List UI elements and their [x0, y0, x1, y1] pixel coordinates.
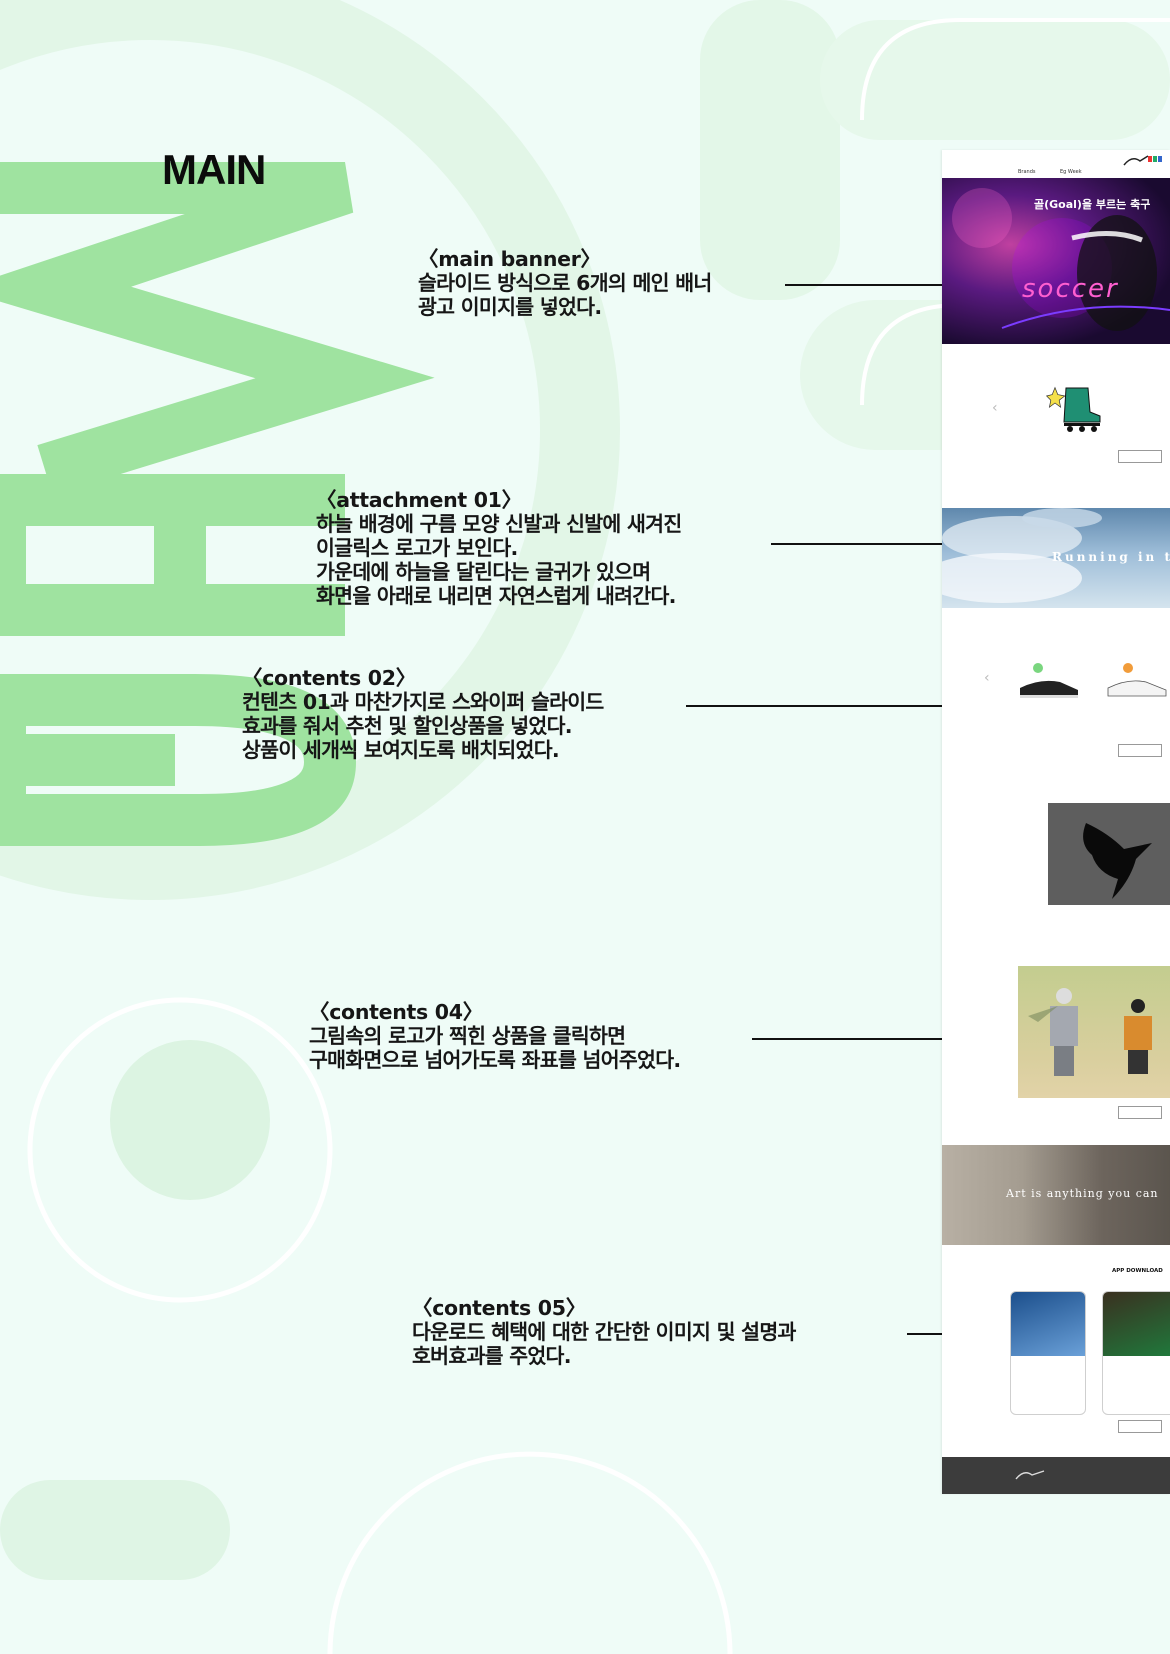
main-banner[interactable]: 골(Goal)을 부르는 축구 soccer	[942, 178, 1170, 344]
page-heading: MAIN	[162, 146, 266, 193]
annotation-title: 〈contents 04〉	[309, 1000, 483, 1024]
slide-prev-arrow-icon[interactable]: ‹	[984, 670, 990, 686]
annotation-contents-05: 〈contents 05〉 다운로드 혜택에 대한 간단한 이미지 및 설명과 …	[412, 1296, 796, 1368]
leader-line	[752, 1038, 943, 1040]
app-phone-image	[1011, 1292, 1085, 1356]
footer-logo-icon	[1015, 1470, 1045, 1480]
leader-line	[771, 543, 943, 545]
annotation-line: 다운로드 혜택에 대한 간단한 이미지 및 설명과	[412, 1320, 796, 1344]
annotation-line: 하늘 배경에 구름 모양 신발과 신발에 새겨진	[316, 512, 682, 536]
annotation-title: 〈attachment 01〉	[316, 488, 522, 512]
leader-line	[785, 284, 943, 286]
annotation-title: 〈main banner〉	[418, 247, 601, 271]
app-download-title: APP DOWNLOAD	[1112, 1268, 1163, 1274]
nav-item-week[interactable]: Eg Week	[1060, 169, 1082, 175]
annotation-line: 화면을 아래로 내리면 자연스럽게 내려간다.	[316, 584, 676, 608]
running-section: Running in t	[942, 508, 1170, 608]
annotation-main-banner: 〈main banner〉 슬라이드 방식으로 6개의 메인 배너 광고 이미지…	[418, 247, 712, 319]
annotation-line: 컨텐츠 01과 마찬가지로 스와이퍼 슬라이드	[242, 690, 604, 714]
crow-silhouette-icon	[1083, 823, 1152, 899]
annotation-line: 상품이 세개씩 보여지도록 배치되었다.	[242, 738, 560, 762]
hero-title: 골(Goal)을 부르는 축구	[1034, 198, 1151, 211]
more-button[interactable]	[1118, 450, 1162, 463]
slide-prev-arrow-icon[interactable]: ‹	[992, 400, 998, 416]
annotation-title: 〈contents 02〉	[242, 666, 416, 690]
leader-line	[907, 1333, 943, 1335]
more-button[interactable]	[1118, 1420, 1162, 1433]
more-button[interactable]	[1118, 744, 1162, 757]
running-slogan: Running in t	[1052, 550, 1170, 564]
annotation-line: 가운데에 하늘을 달린다는 글귀가 있으며	[316, 560, 651, 584]
brand-logo-icon	[1123, 155, 1162, 166]
app-card[interactable]	[1102, 1291, 1170, 1415]
art-slogan: Art is anything you can	[1006, 1187, 1159, 1200]
more-button[interactable]	[1118, 1106, 1162, 1119]
models-figure-icon	[1028, 988, 1152, 1076]
purchase-models-section[interactable]	[1018, 966, 1170, 1098]
website-mockup: Brands Eg Week 골(Goal)을 부르는 축구 soccer ‹ …	[942, 150, 1170, 1494]
leader-line	[686, 705, 943, 707]
mockup-nav: Brands Eg Week	[942, 150, 1170, 178]
app-card[interactable]	[1010, 1291, 1086, 1415]
annotation-line: 효과를 줘서 추천 및 할인상품을 넣었다.	[242, 714, 573, 738]
nav-item-brands[interactable]: Brands	[1018, 169, 1036, 175]
hero-word: soccer	[1022, 274, 1119, 304]
annotation-contents-04: 〈contents 04〉 그림속의 로고가 찍힌 상품을 클릭하면 구매화면으…	[309, 1000, 681, 1072]
annotation-title: 〈contents 05〉	[412, 1296, 586, 1320]
annotation-line: 이글릭스 로고가 보인다.	[316, 536, 518, 560]
annotation-line: 호버효과를 주었다.	[412, 1344, 572, 1368]
sneaker-products-icon	[1020, 663, 1167, 698]
annotation-contents-02: 〈contents 02〉 컨텐츠 01과 마찬가지로 스와이퍼 슬라이드 효과…	[242, 666, 604, 762]
annotation-attachment-01: 〈attachment 01〉 하늘 배경에 구름 모양 신발과 신발에 새겨진…	[316, 488, 682, 608]
annotation-line: 슬라이드 방식으로 6개의 메인 배너	[418, 271, 712, 295]
inline-skate-icon	[1045, 386, 1101, 432]
art-section: Art is anything you can	[942, 1145, 1170, 1245]
annotation-line: 구매화면으로 넘어가도록 좌표를 넘어주었다.	[309, 1048, 681, 1072]
app-phone-image	[1103, 1292, 1170, 1356]
annotation-line: 광고 이미지를 넣었다.	[418, 295, 602, 319]
logo-crow-section[interactable]	[1048, 803, 1170, 905]
annotation-line: 그림속의 로고가 찍힌 상품을 클릭하면	[309, 1024, 626, 1048]
mockup-footer	[942, 1457, 1170, 1494]
